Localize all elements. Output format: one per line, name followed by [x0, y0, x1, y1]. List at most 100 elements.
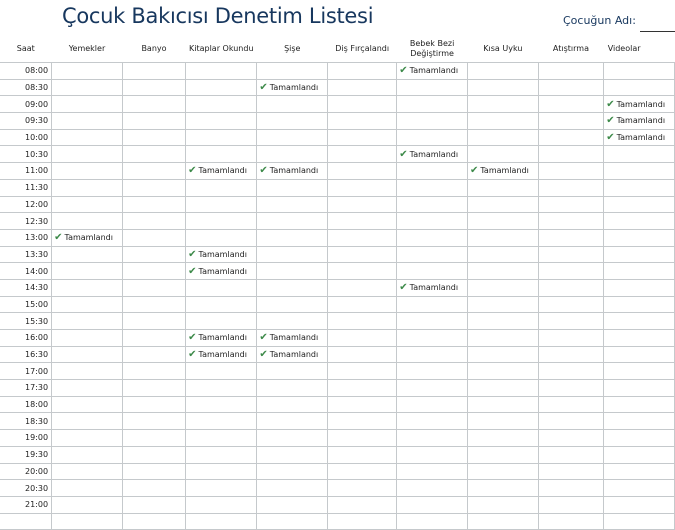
checklist-cell[interactable]	[537, 162, 605, 180]
checklist-cell[interactable]	[256, 295, 329, 314]
checklist-cell[interactable]	[185, 295, 258, 314]
checklist-cell[interactable]	[121, 495, 187, 514]
checklist-cell[interactable]	[603, 345, 675, 364]
checklist-cell[interactable]	[537, 445, 605, 464]
checklist-cell[interactable]	[51, 262, 123, 280]
checklist-cell[interactable]	[396, 212, 468, 230]
checklist-cell[interactable]	[256, 479, 329, 497]
checklist-cell[interactable]	[537, 228, 605, 247]
checklist-cell[interactable]	[327, 178, 398, 197]
checklist-cell[interactable]	[396, 162, 468, 180]
checklist-cell[interactable]	[256, 95, 329, 114]
checklist-cell[interactable]	[603, 212, 675, 230]
checklist-cell[interactable]	[466, 412, 539, 431]
checklist-cell[interactable]	[466, 429, 539, 447]
checklist-cell[interactable]	[121, 445, 187, 464]
checklist-cell[interactable]	[121, 362, 187, 381]
checklist-cell[interactable]	[51, 429, 123, 447]
checklist-cell[interactable]	[185, 479, 258, 497]
checklist-cell[interactable]: ✔ Tamamlandı	[185, 345, 258, 364]
checklist-cell[interactable]: ✔ Tamamlandı	[603, 128, 675, 147]
checklist-cell[interactable]	[396, 329, 468, 347]
checklist-cell[interactable]	[51, 78, 123, 97]
checklist-cell[interactable]	[537, 195, 605, 214]
checklist-cell[interactable]	[256, 262, 329, 280]
checklist-cell[interactable]	[121, 345, 187, 364]
checklist-cell[interactable]	[121, 95, 187, 114]
checklist-cell[interactable]	[51, 212, 123, 230]
checklist-cell[interactable]	[396, 195, 468, 214]
checklist-cell[interactable]	[51, 445, 123, 464]
checklist-cell[interactable]	[327, 145, 398, 164]
checklist-cell[interactable]	[537, 345, 605, 364]
checklist-cell[interactable]	[121, 228, 187, 247]
checklist-cell[interactable]	[537, 62, 605, 80]
checklist-cell[interactable]	[121, 128, 187, 147]
checklist-cell[interactable]	[466, 379, 539, 397]
checklist-cell[interactable]	[121, 62, 187, 80]
checklist-cell[interactable]	[396, 295, 468, 314]
checklist-cell[interactable]	[185, 429, 258, 447]
checklist-cell[interactable]	[256, 128, 329, 147]
checklist-cell[interactable]: ✔ Tamamlandı	[256, 329, 329, 347]
checklist-cell[interactable]	[537, 128, 605, 147]
checklist-cell[interactable]	[185, 212, 258, 230]
checklist-cell[interactable]	[466, 178, 539, 197]
checklist-cell[interactable]	[256, 462, 329, 481]
checklist-cell[interactable]	[121, 412, 187, 431]
checklist-cell[interactable]	[466, 445, 539, 464]
checklist-cell[interactable]	[51, 395, 123, 414]
checklist-cell[interactable]	[327, 362, 398, 381]
checklist-cell[interactable]	[51, 412, 123, 431]
checklist-cell[interactable]: ✔ Tamamlandı	[603, 112, 675, 130]
checklist-cell[interactable]	[537, 178, 605, 197]
checklist-cell[interactable]	[396, 495, 468, 514]
checklist-cell[interactable]	[51, 329, 123, 347]
checklist-cell[interactable]	[256, 395, 329, 414]
checklist-cell[interactable]	[396, 245, 468, 264]
checklist-cell[interactable]	[51, 278, 123, 297]
checklist-cell[interactable]	[466, 128, 539, 147]
checklist-cell[interactable]	[256, 145, 329, 164]
checklist-cell[interactable]	[256, 512, 329, 530]
checklist-cell[interactable]: ✔ Tamamlandı	[603, 95, 675, 114]
checklist-cell[interactable]	[51, 495, 123, 514]
checklist-cell[interactable]	[185, 512, 258, 530]
checklist-cell[interactable]	[466, 462, 539, 481]
checklist-cell[interactable]	[466, 362, 539, 381]
checklist-cell[interactable]	[466, 295, 539, 314]
checklist-cell[interactable]: ✔ Tamamlandı	[396, 278, 468, 297]
checklist-cell[interactable]	[327, 345, 398, 364]
checklist-cell[interactable]	[327, 128, 398, 147]
checklist-cell[interactable]: ✔ Tamamlandı	[466, 162, 539, 180]
checklist-cell[interactable]	[185, 278, 258, 297]
checklist-cell[interactable]	[603, 162, 675, 180]
checklist-cell[interactable]	[327, 295, 398, 314]
checklist-cell[interactable]	[537, 95, 605, 114]
checklist-cell[interactable]	[396, 228, 468, 247]
checklist-cell[interactable]	[121, 195, 187, 214]
checklist-cell[interactable]	[537, 245, 605, 264]
checklist-cell[interactable]	[603, 395, 675, 414]
checklist-cell[interactable]	[537, 512, 605, 530]
checklist-cell[interactable]: ✔ Tamamlandı	[396, 62, 468, 80]
checklist-cell[interactable]	[537, 412, 605, 431]
checklist-cell[interactable]	[327, 429, 398, 447]
checklist-cell[interactable]	[396, 412, 468, 431]
checklist-cell[interactable]	[256, 195, 329, 214]
checklist-cell[interactable]	[603, 512, 675, 530]
checklist-cell[interactable]	[51, 512, 123, 530]
checklist-cell[interactable]	[327, 212, 398, 230]
checklist-cell[interactable]	[537, 395, 605, 414]
checklist-cell[interactable]	[396, 95, 468, 114]
checklist-cell[interactable]	[466, 312, 539, 330]
checklist-cell[interactable]	[327, 495, 398, 514]
checklist-cell[interactable]	[537, 379, 605, 397]
checklist-cell[interactable]	[603, 278, 675, 297]
checklist-cell[interactable]	[185, 412, 258, 431]
checklist-cell[interactable]	[256, 362, 329, 381]
checklist-cell[interactable]	[327, 195, 398, 214]
checklist-cell[interactable]	[327, 312, 398, 330]
checklist-cell[interactable]	[256, 212, 329, 230]
checklist-cell[interactable]	[327, 479, 398, 497]
